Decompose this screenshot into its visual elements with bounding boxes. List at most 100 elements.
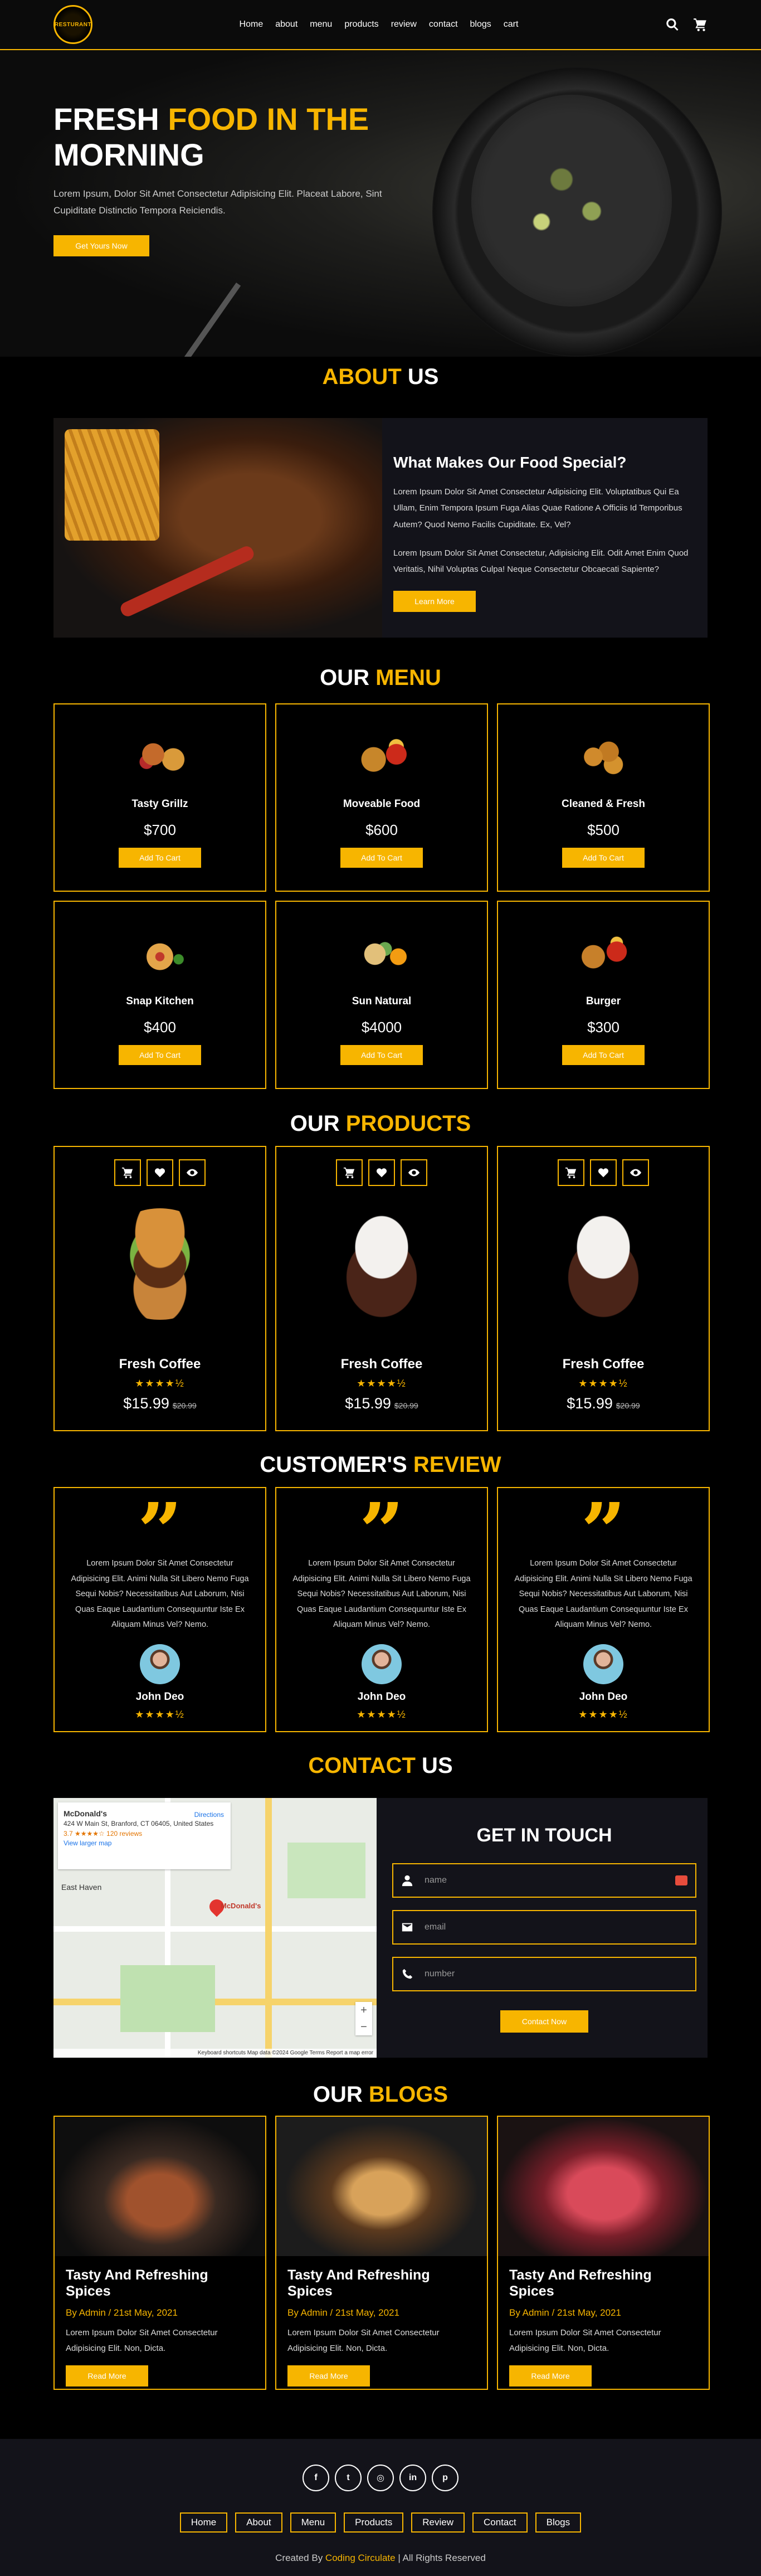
heart-icon[interactable]: [590, 1159, 617, 1186]
menu-title-yellow: MENU: [375, 665, 441, 690]
directions-link[interactable]: Directions: [194, 1810, 224, 1820]
burger-combo-image: [126, 731, 193, 782]
blog-text: Lorem Ipsum Dolor Sit Amet Consectetur A…: [509, 2328, 661, 2353]
about-title-white: US: [401, 364, 439, 389]
map-highway: [53, 1999, 377, 2005]
header-icons: [665, 17, 708, 32]
nav-menu[interactable]: menu: [310, 20, 332, 30]
nav-review[interactable]: review: [391, 20, 417, 30]
credit-brand-link[interactable]: Coding Circulate: [325, 2553, 396, 2563]
pizza-image: [126, 929, 193, 980]
eye-icon[interactable]: [179, 1159, 206, 1186]
read-more-button[interactable]: Read More: [287, 2365, 370, 2387]
nav-contact[interactable]: contact: [429, 20, 458, 30]
footer-link-about[interactable]: About: [235, 2512, 282, 2533]
price-current: $15.99: [567, 1395, 613, 1412]
google-map[interactable]: McDonald's 424 W Main St, Branford, CT 0…: [53, 1798, 377, 2058]
cart-icon[interactable]: [693, 17, 708, 32]
knife-image: [118, 544, 256, 619]
eye-icon[interactable]: [401, 1159, 427, 1186]
blog-title: Tasty And Refreshing Spices: [66, 2267, 208, 2299]
add-to-cart-button[interactable]: Add To Cart: [562, 848, 645, 868]
instagram-icon[interactable]: ◎: [367, 2465, 394, 2491]
about-section: What Makes Our Food Special? Lorem Ipsum…: [53, 418, 708, 638]
hero-title-line2: MORNING: [53, 137, 204, 173]
facebook-icon[interactable]: f: [303, 2465, 329, 2491]
menu-item-name: Tasty Grillz: [131, 798, 188, 810]
number-input[interactable]: [425, 1969, 695, 1979]
blog-meta: By Admin / 21st May, 2021: [287, 2307, 399, 2318]
blogs-title-white: OUR: [313, 2082, 369, 2107]
search-icon[interactable]: [665, 17, 680, 32]
dessert-image: [542, 1208, 665, 1320]
add-to-cart-button[interactable]: Add To Cart: [562, 1045, 645, 1065]
twitter-icon[interactable]: t: [335, 2465, 362, 2491]
hero-food-image: [471, 95, 672, 307]
nav-products[interactable]: products: [344, 20, 378, 30]
blog-card: Tasty And Refreshing Spices By Admin / 2…: [53, 2116, 266, 2390]
nav-cart[interactable]: cart: [504, 20, 519, 30]
autofill-icon[interactable]: [675, 1875, 687, 1885]
read-more-button[interactable]: Read More: [66, 2365, 148, 2387]
blog-drink-image: [498, 2117, 709, 2256]
footer-links: Home About Menu Products Review Contact …: [0, 2512, 761, 2533]
nav-home[interactable]: Home: [240, 20, 264, 30]
cart-icon[interactable]: [336, 1159, 363, 1186]
pinterest-icon[interactable]: p: [432, 2465, 458, 2491]
price-current: $15.99: [123, 1395, 169, 1412]
products-title-white: OUR: [290, 1111, 346, 1136]
avatar: [140, 1644, 180, 1684]
footer-credit: Created By Coding Circulate | All Rights…: [0, 2553, 761, 2564]
contact-section: McDonald's 424 W Main St, Branford, CT 0…: [53, 1798, 708, 2058]
product-name: Fresh Coffee: [119, 1357, 201, 1372]
view-larger-map-link[interactable]: View larger map: [64, 1839, 111, 1847]
cart-icon[interactable]: [558, 1159, 584, 1186]
heart-icon[interactable]: [368, 1159, 395, 1186]
add-to-cart-button[interactable]: Add To Cart: [119, 848, 201, 868]
reviews-title: CUSTOMER'S REVIEW: [0, 1445, 761, 1483]
nav-about[interactable]: about: [275, 20, 297, 30]
footer-link-review[interactable]: Review: [411, 2512, 465, 2533]
footer-link-blogs[interactable]: Blogs: [535, 2512, 582, 2533]
read-more-button[interactable]: Read More: [509, 2365, 592, 2387]
heart-icon[interactable]: [147, 1159, 173, 1186]
blog-body: Tasty And Refreshing Spices By Admin / 2…: [55, 2256, 265, 2387]
map-rating: 3.7 ★★★★☆ 120 reviews: [64, 1829, 143, 1838]
name-input[interactable]: [425, 1875, 675, 1885]
add-to-cart-button[interactable]: Add To Cart: [340, 848, 423, 868]
blogs-title-yellow: BLOGS: [368, 2082, 448, 2107]
map-info-card: McDonald's 424 W Main St, Branford, CT 0…: [58, 1802, 231, 1869]
footer-link-products[interactable]: Products: [344, 2512, 404, 2533]
email-input[interactable]: [425, 1922, 695, 1932]
credit-prefix: Created By: [275, 2553, 325, 2563]
footer-link-contact[interactable]: Contact: [472, 2512, 528, 2533]
product-actions: [498, 1159, 709, 1186]
reviewer-name: John Deo: [357, 1690, 406, 1703]
name-field: [392, 1863, 696, 1898]
add-to-cart-button[interactable]: Add To Cart: [119, 1045, 201, 1065]
product-card: Fresh Coffee ★★★★½ $15.99 $20.99: [275, 1146, 488, 1431]
blog-sandwich-image: [276, 2117, 487, 2256]
footer-link-menu[interactable]: Menu: [290, 2512, 336, 2533]
contact-now-button[interactable]: Contact Now: [500, 2010, 588, 2033]
product-price: $15.99 $20.99: [276, 1395, 487, 1412]
rating-stars: ★★★★½: [135, 1708, 185, 1720]
nav-blogs[interactable]: blogs: [470, 20, 491, 30]
about-title: ABOUT US: [0, 357, 761, 395]
eye-icon[interactable]: [622, 1159, 649, 1186]
fries-image: [65, 429, 159, 541]
cart-icon[interactable]: [114, 1159, 141, 1186]
get-yours-now-button[interactable]: Get Yours Now: [53, 235, 149, 256]
linkedin-icon[interactable]: in: [399, 2465, 426, 2491]
products-grid: Fresh Coffee ★★★★½ $15.99 $20.99 Fresh Co…: [53, 1146, 710, 1431]
email-field: [392, 1910, 696, 1945]
menu-item-price: $600: [365, 822, 398, 838]
restaurant-logo[interactable]: RESTURANT: [53, 5, 92, 44]
menu-card: Tasty Grillz $700 Add To Cart: [53, 703, 266, 892]
about-hotdog-image: [53, 418, 382, 638]
footer-link-home[interactable]: Home: [179, 2512, 228, 2533]
learn-more-button[interactable]: Learn More: [393, 591, 476, 613]
logo-text: RESTURANT: [54, 21, 92, 28]
add-to-cart-button[interactable]: Add To Cart: [340, 1045, 423, 1065]
map-zoom-controls[interactable]: + −: [355, 2002, 372, 2035]
